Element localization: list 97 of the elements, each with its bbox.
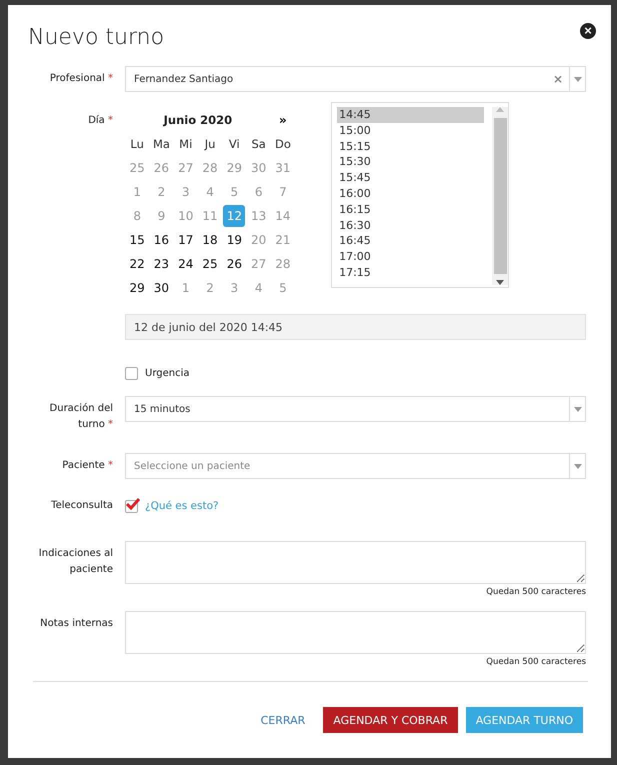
weekday-header: Sa	[250, 136, 267, 153]
calendar-day[interactable]: 19	[223, 229, 246, 251]
calendar-day[interactable]: 8	[126, 205, 148, 227]
caret-icon	[574, 464, 582, 468]
calendar-day[interactable]: 23	[150, 253, 173, 275]
time-option[interactable]: 17:00	[337, 249, 484, 265]
calendar-day[interactable]: 16	[150, 229, 173, 251]
time-option[interactable]: 15:45	[337, 170, 484, 186]
caret-icon	[574, 406, 582, 412]
calendar-day[interactable]: 10	[174, 205, 197, 227]
action-button[interactable]: AGENDAR TURNO	[466, 707, 583, 733]
calendar-day[interactable]: 11	[198, 205, 222, 227]
calendar-day[interactable]: 30	[247, 157, 270, 179]
calendar-day[interactable]: 5	[272, 277, 294, 299]
character-counter: Quedan 500 caracteres	[485, 587, 586, 597]
notes-field[interactable]	[125, 611, 586, 654]
calendar-day[interactable]: 28	[198, 157, 222, 179]
action-button[interactable]: AGENDAR Y COBRAR	[323, 707, 458, 733]
next-month-button[interactable]: »	[270, 108, 296, 132]
urgency-checkbox[interactable]	[125, 366, 138, 380]
field-label: Día *	[87, 114, 113, 128]
character-counter: Quedan 500 caracteres	[485, 657, 586, 667]
time-option[interactable]: 15:00	[337, 122, 484, 139]
calendar-day[interactable]: 5	[223, 181, 246, 203]
weekday-header: Lu	[129, 136, 145, 153]
scroll-down-icon[interactable]	[496, 280, 504, 285]
weekday-header: Mi	[178, 136, 194, 153]
calendar-day[interactable]: 1	[174, 277, 197, 299]
calendar-day[interactable]: 20	[247, 229, 270, 251]
calendar-day[interactable]: 4	[198, 181, 222, 203]
time-option[interactable]: 16:15	[337, 202, 484, 218]
weekday-header: Vi	[228, 136, 241, 153]
field-label: Profesional *	[48, 72, 113, 86]
calendar-day[interactable]: 18	[198, 229, 222, 251]
calendar-day[interactable]: 30	[150, 277, 173, 299]
duration-select[interactable]: 15 minutos	[125, 396, 586, 422]
required-marker: *	[108, 73, 113, 84]
close-button[interactable]: ×	[580, 23, 596, 39]
dialog-title: Nuevo turno	[28, 25, 164, 50]
calendar-day[interactable]: 6	[247, 181, 270, 203]
calendar-day[interactable]: 26	[150, 157, 173, 179]
calendar-day[interactable]: 4	[247, 277, 270, 299]
field-label: Paciente *	[61, 459, 113, 473]
calendar-day[interactable]: 13	[247, 205, 270, 227]
checkmark-icon	[126, 498, 140, 510]
calendar-day[interactable]: 2	[198, 277, 222, 299]
teleconsultation-checkbox[interactable]	[125, 500, 138, 512]
calendar-day[interactable]: 27	[247, 253, 270, 275]
calendar-day[interactable]: 3	[174, 181, 197, 203]
calendar-day[interactable]: 29	[126, 277, 148, 299]
calendar-day[interactable]: 17	[174, 229, 197, 251]
calendar-day[interactable]: 7	[272, 181, 294, 203]
time-option[interactable]: 16:30	[337, 218, 484, 234]
calendar-day[interactable]: 29	[223, 157, 246, 179]
calendar-day[interactable]: 2	[150, 181, 173, 203]
calendar-day[interactable]: 22	[126, 253, 148, 275]
checkbox-label: Urgencia	[145, 368, 190, 378]
time-option[interactable]: 15:15	[337, 138, 484, 154]
field-label: Indicaciones al paciente	[38, 547, 113, 577]
calendar-day[interactable]: 15	[126, 229, 148, 251]
required-marker: *	[108, 419, 113, 430]
field-label: Teleconsulta	[50, 499, 113, 513]
patient-select[interactable]: Seleccione un paciente	[125, 453, 586, 479]
calendar-day[interactable]: 3	[223, 277, 246, 299]
instructions-field[interactable]	[125, 541, 586, 584]
calendar-day[interactable]: 14	[272, 205, 294, 227]
calendar-day[interactable]: 31	[272, 157, 294, 179]
professional-select[interactable]: Fernandez Santiago ×	[125, 66, 586, 92]
calendar-day[interactable]: 9	[150, 205, 173, 227]
weekday-header: Do	[274, 136, 292, 153]
weekday-header: Ju	[203, 136, 216, 153]
calendar-day[interactable]: 12	[223, 205, 246, 227]
close-link[interactable]: CERRAR	[250, 707, 316, 733]
calendar-day[interactable]: 26	[223, 253, 246, 275]
calendar-day[interactable]: 25	[126, 157, 148, 179]
caret-icon	[574, 76, 582, 82]
calendar-day[interactable]: 28	[272, 253, 294, 275]
time-option[interactable]: 16:00	[337, 186, 484, 202]
calendar-day[interactable]: 25	[198, 253, 222, 275]
scroll-up-icon[interactable]	[496, 107, 504, 112]
time-option[interactable]: 14:45	[337, 107, 484, 123]
selected-datetime-field: 12 de junio del 2020 14:45	[125, 314, 586, 340]
calendar-day[interactable]: 1	[126, 181, 148, 203]
field-label: Notas internas	[39, 617, 113, 631]
scrollbar[interactable]	[492, 107, 508, 285]
time-option[interactable]: 15:30	[337, 154, 484, 170]
calendar-day[interactable]: 27	[174, 157, 197, 179]
help-link[interactable]: ¿Qué es esto?	[145, 500, 219, 512]
month-title: Junio 2020	[162, 112, 234, 129]
required-marker: *	[108, 115, 113, 126]
time-option[interactable]: 17:15	[337, 264, 484, 281]
required-marker: *	[108, 460, 113, 471]
calendar-day[interactable]: 24	[174, 253, 197, 275]
weekday-header: Ma	[152, 136, 171, 153]
field-label: Duración del turno *	[48, 402, 113, 432]
time-option[interactable]: 16:45	[337, 233, 484, 250]
calendar-day[interactable]: 21	[272, 229, 294, 251]
